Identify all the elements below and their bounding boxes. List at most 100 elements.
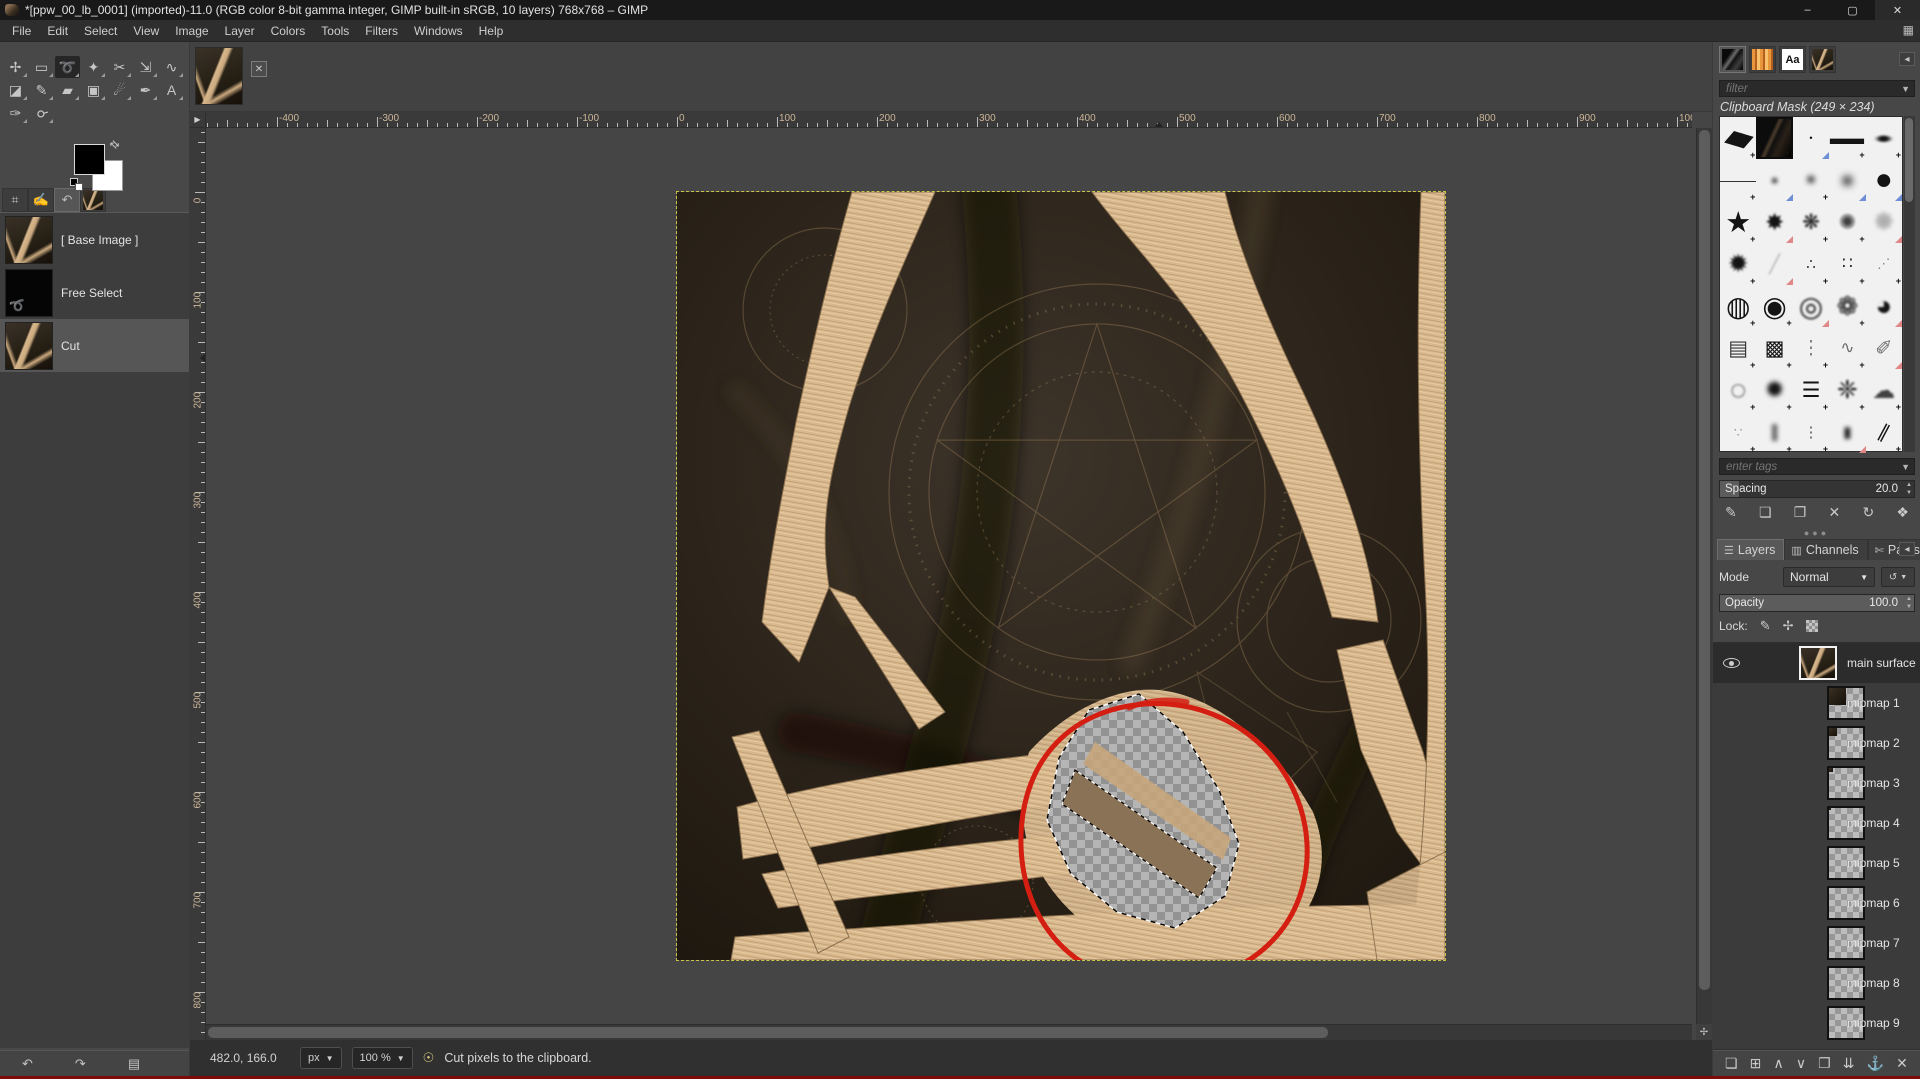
brush-scratch-strip[interactable]: ⋮+	[1793, 327, 1829, 369]
brush-dark-texture[interactable]: ❈+	[1829, 369, 1865, 411]
brush-texture-cells[interactable]: ◍+	[1720, 285, 1756, 327]
brush-soft-round-small[interactable]: ●	[1756, 159, 1792, 201]
menu-help[interactable]: Help	[471, 21, 512, 41]
brush-texture-ring[interactable]: ◉+	[1756, 285, 1792, 327]
image-tab-close-icon[interactable]: ✕	[251, 61, 267, 77]
collapse-dock-icon[interactable]: ◂	[1899, 52, 1915, 66]
canvas-image[interactable]	[677, 192, 1445, 960]
visibility-eye-icon[interactable]	[1723, 658, 1740, 668]
refresh-brushes-button[interactable]: ↻	[1862, 504, 1874, 521]
lock-position-icon[interactable]: ✢	[1783, 618, 1794, 634]
lock-pixels-icon[interactable]: ✎	[1760, 618, 1771, 634]
tool-clone[interactable]: ▣	[81, 79, 106, 101]
default-colors-icon[interactable]	[70, 178, 84, 192]
brush-chalk-2[interactable]: ❋+	[1793, 201, 1829, 243]
brush-tags-input[interactable]	[1719, 458, 1915, 475]
layer-row[interactable]: mipmap 5	[1713, 843, 1920, 883]
open-brush-button[interactable]: ❖	[1896, 504, 1909, 521]
brush-block[interactable]: ▬+	[1829, 117, 1865, 159]
tool-fuzzy-select[interactable]: ✦	[81, 56, 106, 78]
vertical-scrollbar-thumb[interactable]	[1699, 130, 1710, 990]
history-item[interactable]: Cut	[0, 319, 189, 372]
vertical-ruler[interactable]: 0100200300400500600700800	[190, 128, 206, 1040]
brush-clipboard-image[interactable]: +	[1756, 117, 1792, 159]
brush-smear-block[interactable]: ▤+	[1720, 327, 1756, 369]
brush-faint-stroke[interactable]: ╱	[1756, 243, 1792, 285]
brush-vertical-smear[interactable]: ❚+	[1756, 411, 1792, 453]
collapse-layers-icon[interactable]: ◂	[1899, 542, 1915, 556]
image-tab-thumbnail[interactable]	[195, 47, 243, 105]
navigation-preview-button[interactable]: ✢	[1696, 1024, 1712, 1040]
horizontal-ruler[interactable]: -400-300-200-100010020030040050060070080…	[206, 112, 1692, 128]
brush-soft-round-large[interactable]: ●	[1829, 159, 1865, 201]
layer-row[interactable]: mipmap 9	[1713, 1003, 1920, 1043]
brush-ellipse[interactable]: ●+	[1866, 117, 1902, 159]
edit-brush-button[interactable]: ✎	[1725, 504, 1737, 521]
new-layer-button[interactable]: ❏	[1725, 1055, 1738, 1072]
brush-filter-input[interactable]	[1719, 80, 1915, 97]
tool-free-select[interactable]: ➰	[55, 56, 80, 78]
brush-dots-fine[interactable]: ⋰+	[1866, 243, 1902, 285]
lock-alpha-icon[interactable]	[1806, 620, 1818, 632]
vertical-scrollbar[interactable]: ▲	[1696, 128, 1712, 1040]
brush-hatch-block[interactable]: ▩+	[1756, 327, 1792, 369]
image-tab[interactable]: ✕	[193, 45, 271, 109]
tool-rectangle-select[interactable]: ▭	[29, 56, 54, 78]
brush-texture-shaded[interactable]: ◕	[1866, 285, 1902, 327]
brush-soft-round[interactable]: ●+	[1793, 159, 1829, 201]
spacing-slider[interactable]: Spacing 20.0 ▲▼	[1719, 480, 1915, 498]
menu-layer[interactable]: Layer	[217, 21, 263, 41]
dock-tab-device-status[interactable]: ✍	[28, 188, 54, 212]
unit-select[interactable]: px▼	[300, 1047, 342, 1069]
brush-clipboard-mask[interactable]: ◆+	[1720, 117, 1756, 159]
horizontal-scrollbar-thumb[interactable]	[208, 1027, 1328, 1038]
history-item[interactable]: ➰Free Select	[0, 266, 189, 319]
menu-image[interactable]: Image	[167, 21, 216, 41]
menu-select[interactable]: Select	[76, 21, 125, 41]
tool-crop[interactable]: ✂	[107, 56, 132, 78]
history-item[interactable]: [ Base Image ]	[0, 213, 189, 266]
brush-line-stack[interactable]: ☰+	[1793, 369, 1829, 411]
brush-faint-marks[interactable]: ∵+	[1720, 411, 1756, 453]
brush-dots-sparse[interactable]: ∴+	[1793, 243, 1829, 285]
tool-ink[interactable]: ✒	[133, 79, 158, 101]
brush-chalk-1[interactable]: ✸	[1756, 201, 1792, 243]
menu-tools[interactable]: Tools	[313, 21, 357, 41]
brush-texture-flower[interactable]: ❁+	[1829, 285, 1865, 327]
chevron-down-icon[interactable]: ▼	[1901, 84, 1910, 94]
close-button[interactable]: ✕	[1875, 0, 1920, 20]
menu-windows[interactable]: Windows	[406, 21, 471, 41]
dockable-tab-fonts[interactable]: Aa	[1779, 46, 1806, 73]
chevron-down-icon[interactable]: ▼	[1901, 462, 1910, 472]
undo-button[interactable]: ↶	[22, 1056, 33, 1072]
layer-row[interactable]: mipmap 8	[1713, 963, 1920, 1003]
dockable-tab-document-history[interactable]	[1809, 46, 1836, 73]
layer-mode-dropdown[interactable]: Normal ▼	[1783, 567, 1875, 587]
layer-row[interactable]: mipmap 4	[1713, 803, 1920, 843]
brush-charcoal-blob[interactable]: ✹+	[1756, 369, 1792, 411]
dock-columns-icon[interactable]: ▦	[1903, 23, 1914, 37]
layer-row[interactable]: main surface	[1713, 643, 1920, 683]
tool-unified-transform[interactable]: ⇲	[133, 56, 158, 78]
brush-tick-marks[interactable]: ⋮+	[1793, 411, 1829, 453]
clear-undo-history-button[interactable]: ▤	[128, 1056, 140, 1072]
spinner-icon[interactable]: ▲▼	[1906, 595, 1912, 611]
dock-tab-tool-options[interactable]: ⌗	[2, 188, 28, 212]
brush-chalk-4[interactable]: ❊	[1866, 201, 1902, 243]
brush-sketch-figure[interactable]: ✐	[1866, 327, 1902, 369]
raise-layer-button[interactable]: ∧	[1773, 1055, 1783, 1072]
dockable-tab-brushes[interactable]	[1719, 46, 1746, 73]
tool-move[interactable]: ✢	[3, 56, 28, 78]
duplicate-brush-button[interactable]: ❐	[1794, 504, 1807, 521]
brush-dash-scatter[interactable]: ∿+	[1829, 327, 1865, 369]
tool-smudge[interactable]: ☄	[107, 79, 132, 101]
redo-button[interactable]: ↷	[75, 1056, 86, 1072]
tool-paintbrush[interactable]: ✎	[29, 79, 54, 101]
mode-switch-button[interactable]: ↺▼	[1881, 567, 1915, 587]
tool-warp-transform[interactable]: ∿	[159, 56, 184, 78]
brush-dark-smear[interactable]: ▮	[1829, 411, 1865, 453]
brush-diagonal-lines[interactable]: ∥+	[1866, 411, 1902, 453]
brush-splatter[interactable]: ✹+	[1720, 243, 1756, 285]
canvas-viewport[interactable]	[206, 128, 1692, 1040]
swap-colors-icon[interactable]: ⇄	[107, 137, 123, 153]
